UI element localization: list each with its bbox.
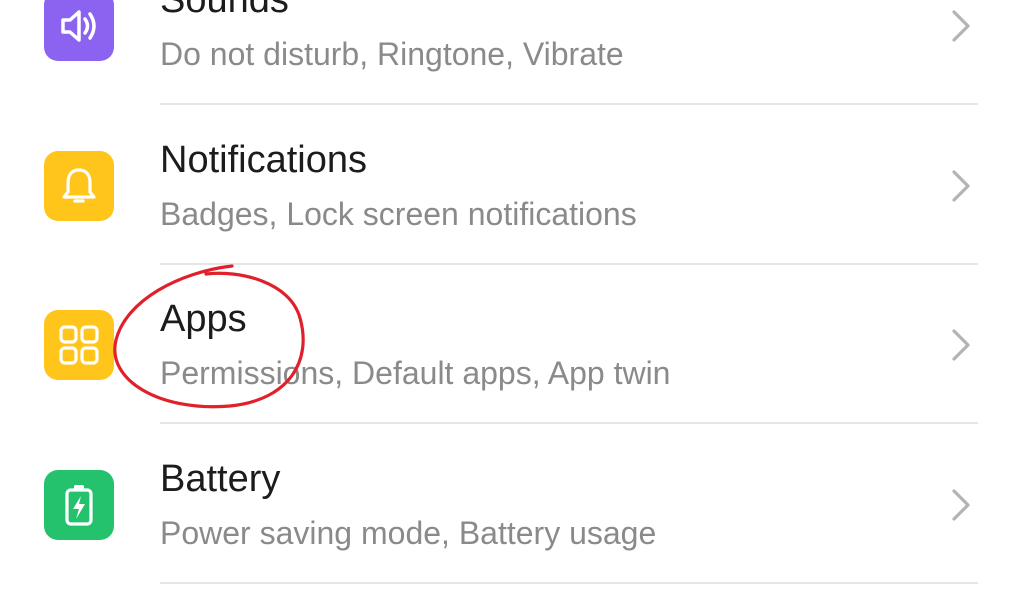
settings-item-subtitle: Do not disturb, Ringtone, Vibrate — [160, 36, 624, 72]
chevron-right-icon — [952, 10, 970, 42]
settings-item-apps[interactable]: Apps Permissions, Default apps, App twin — [0, 265, 1024, 424]
divider — [160, 582, 978, 584]
chevron-right-icon — [952, 489, 970, 521]
apps-icon-tile — [44, 310, 114, 380]
settings-item-sounds[interactable]: Sounds Do not disturb, Ringtone, Vibrate — [0, 0, 1024, 105]
settings-item-subtitle: Power saving mode, Battery usage — [160, 515, 657, 551]
settings-item-title: Notifications — [160, 139, 367, 181]
settings-item-title: Sounds — [160, 0, 289, 21]
settings-item-notifications[interactable]: Notifications Badges, Lock screen notifi… — [0, 106, 1024, 265]
divider — [160, 422, 978, 424]
settings-item-title: Battery — [160, 458, 281, 500]
settings-item-title: Apps — [160, 298, 247, 340]
divider — [160, 103, 978, 105]
apps-grid-icon — [56, 322, 102, 368]
settings-item-battery[interactable]: Battery Power saving mode, Battery usage — [0, 425, 1024, 584]
settings-item-subtitle: Badges, Lock screen notifications — [160, 196, 637, 232]
notifications-icon-tile — [44, 151, 114, 221]
sounds-icon-tile — [44, 0, 114, 61]
battery-icon — [57, 482, 101, 528]
settings-screen: Sounds Do not disturb, Ringtone, Vibrate… — [0, 0, 1024, 614]
settings-item-subtitle: Permissions, Default apps, App twin — [160, 355, 671, 391]
speaker-icon — [57, 4, 101, 48]
bell-icon — [57, 164, 101, 208]
chevron-right-icon — [952, 170, 970, 202]
battery-icon-tile — [44, 470, 114, 540]
chevron-right-icon — [952, 329, 970, 361]
